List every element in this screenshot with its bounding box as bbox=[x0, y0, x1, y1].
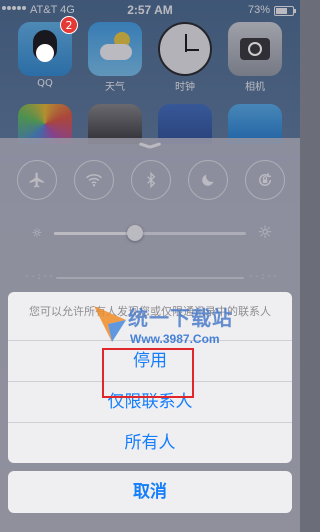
action-sheet-cancel-group: 取消 bbox=[8, 471, 292, 513]
cancel-button[interactable]: 取消 bbox=[8, 471, 292, 513]
action-sheet-message: 您可以允许所有人发现您或仅限通讯录中的联系人 bbox=[8, 292, 292, 341]
highlight-annotation bbox=[102, 348, 194, 398]
option-everyone-button[interactable]: 所有人 bbox=[8, 423, 292, 463]
action-sheet: 您可以允许所有人发现您或仅限通讯录中的联系人 停用 仅限联系人 所有人 取消 bbox=[8, 292, 292, 513]
notification-badge: 2 bbox=[60, 16, 78, 34]
